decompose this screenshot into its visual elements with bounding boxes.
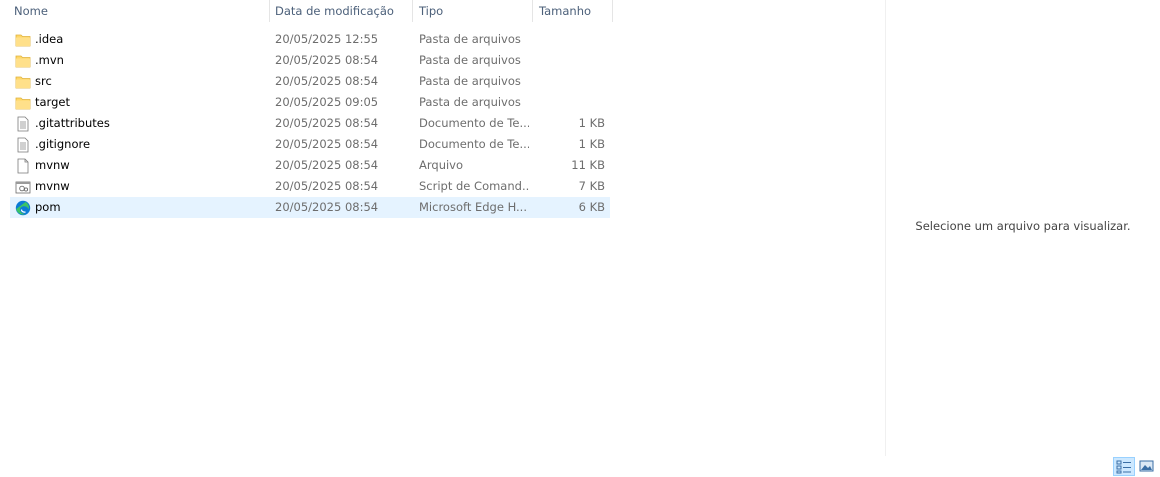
file-name: .mvn bbox=[35, 53, 64, 67]
text-document-icon bbox=[15, 116, 31, 132]
details-view-icon bbox=[1116, 460, 1131, 474]
edge-icon bbox=[15, 200, 31, 216]
file-date-modified: 20/05/2025 08:54 bbox=[275, 158, 379, 172]
column-header-row: Nome ^ Data de modificação Tipo Tamanho bbox=[0, 0, 613, 22]
file-type: Documento de Te... bbox=[419, 137, 529, 151]
file-row[interactable]: .gitattributes 20/05/2025 08:54 Documento … bbox=[10, 113, 610, 134]
column-header-type[interactable]: Tipo bbox=[413, 0, 533, 22]
file-type: Arquivo bbox=[419, 158, 464, 172]
file-row[interactable]: target 20/05/2025 09:05 Pasta de arquivos bbox=[10, 92, 610, 113]
file-size: 7 KB bbox=[578, 179, 605, 193]
file-name: pom bbox=[35, 200, 61, 214]
large-icons-view-icon bbox=[1139, 460, 1154, 472]
command-script-icon bbox=[15, 179, 31, 195]
file-size: 6 KB bbox=[578, 200, 605, 214]
file-row[interactable]: .gitignore 20/05/2025 08:54 Documento de T… bbox=[10, 134, 610, 155]
column-header-size[interactable]: Tamanho bbox=[533, 0, 613, 22]
column-header-name[interactable]: Nome ^ bbox=[8, 0, 270, 22]
file-type: Documento de Te... bbox=[419, 116, 529, 130]
file-name: target bbox=[35, 95, 70, 109]
file-row[interactable]: .mvn 20/05/2025 08:54 Pasta de arquivos bbox=[10, 50, 610, 71]
file-name: .idea bbox=[35, 32, 64, 46]
preview-pane-message: Selecione um arquivo para visualizar. bbox=[915, 219, 1131, 233]
file-date-modified: 20/05/2025 08:54 bbox=[275, 179, 379, 193]
file-type: Pasta de arquivos bbox=[419, 32, 521, 46]
file-row[interactable]: mvnw 20/05/2025 08:54 Script de Comand... 7… bbox=[10, 176, 610, 197]
file-row[interactable]: pom 20/05/2025 08:54 Microsoft Edge H... 6 … bbox=[10, 197, 610, 218]
file-type: Pasta de arquivos bbox=[419, 74, 521, 88]
file-date-modified: 20/05/2025 08:54 bbox=[275, 200, 379, 214]
column-header-size-label: Tamanho bbox=[539, 4, 592, 18]
file-type: Script de Comand... bbox=[419, 179, 529, 193]
file-date-modified: 20/05/2025 08:54 bbox=[275, 116, 379, 130]
file-size: 11 KB bbox=[571, 158, 605, 172]
file-date-modified: 20/05/2025 09:05 bbox=[275, 95, 379, 109]
file-row[interactable]: src 20/05/2025 08:54 Pasta de arquivos bbox=[10, 71, 610, 92]
file-list: .idea 20/05/2025 12:55 Pasta de arquivos .m… bbox=[10, 29, 610, 218]
folder-icon bbox=[15, 53, 31, 69]
column-header-date-label: Data de modificação bbox=[275, 4, 394, 18]
file-type: Pasta de arquivos bbox=[419, 95, 521, 109]
file-date-modified: 20/05/2025 12:55 bbox=[275, 32, 379, 46]
column-header-name-label: Nome bbox=[14, 4, 48, 18]
file-type: Pasta de arquivos bbox=[419, 53, 521, 67]
details-view-button[interactable] bbox=[1113, 457, 1135, 476]
column-header-date[interactable]: Data de modificação bbox=[269, 0, 413, 22]
large-icons-view-button[interactable] bbox=[1137, 457, 1159, 476]
file-name: .gitignore bbox=[35, 137, 91, 151]
file-row[interactable]: .idea 20/05/2025 12:55 Pasta de arquivos bbox=[10, 29, 610, 50]
file-explorer: Nome ^ Data de modificação Tipo Tamanho … bbox=[0, 0, 1160, 477]
text-document-icon bbox=[15, 137, 31, 153]
folder-icon bbox=[15, 95, 31, 111]
file-name: .gitattributes bbox=[35, 116, 110, 130]
folder-icon bbox=[15, 32, 31, 48]
file-date-modified: 20/05/2025 08:54 bbox=[275, 137, 379, 151]
column-header-type-label: Tipo bbox=[419, 4, 444, 18]
file-name: mvnw bbox=[35, 158, 70, 172]
blank-file-icon bbox=[15, 158, 31, 174]
sort-ascending-icon: ^ bbox=[142, 0, 150, 3]
file-row[interactable]: mvnw 20/05/2025 08:54 Arquivo 11 KB bbox=[10, 155, 610, 176]
file-type: Microsoft Edge H... bbox=[419, 200, 527, 214]
file-name: mvnw bbox=[35, 179, 70, 193]
file-date-modified: 20/05/2025 08:54 bbox=[275, 53, 379, 67]
file-size: 1 KB bbox=[578, 137, 605, 151]
file-name: src bbox=[35, 74, 52, 88]
file-date-modified: 20/05/2025 08:54 bbox=[275, 74, 379, 88]
folder-icon bbox=[15, 74, 31, 90]
file-size: 1 KB bbox=[578, 116, 605, 130]
